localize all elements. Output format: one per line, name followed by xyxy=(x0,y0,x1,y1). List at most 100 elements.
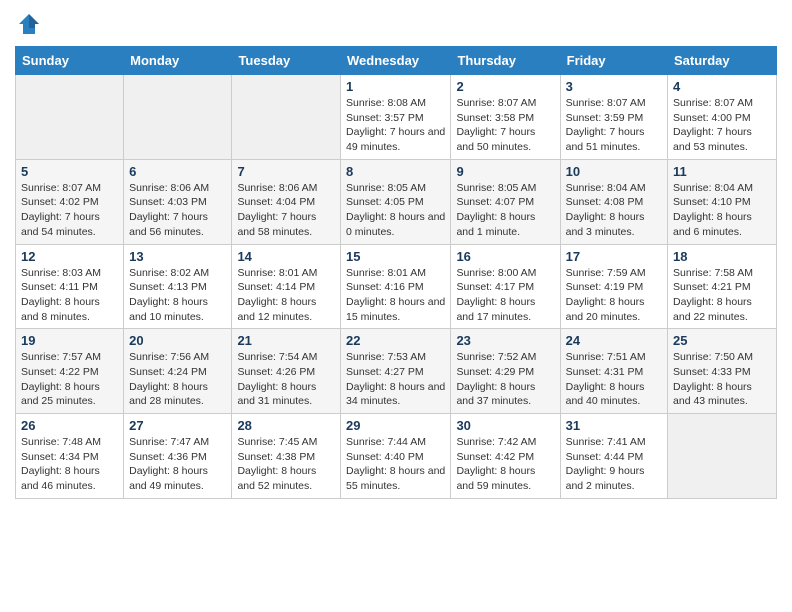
day-info: Sunrise: 7:57 AM Sunset: 4:22 PM Dayligh… xyxy=(21,350,118,409)
calendar-cell: 15 Sunrise: 8:01 AM Sunset: 4:16 PM Dayli… xyxy=(341,244,451,329)
day-number: 13 xyxy=(129,249,226,264)
day-info: Sunrise: 7:50 AM Sunset: 4:33 PM Dayligh… xyxy=(673,350,771,409)
day-info: Sunrise: 8:08 AM Sunset: 3:57 PM Dayligh… xyxy=(346,96,445,155)
calendar-week-row: 12 Sunrise: 8:03 AM Sunset: 4:11 PM Dayli… xyxy=(16,244,777,329)
calendar-cell: 26 Sunrise: 7:48 AM Sunset: 4:34 PM Dayli… xyxy=(16,414,124,499)
calendar-cell: 6Sunrise: 8:06 AM Sunset: 4:03 PM Daylig… xyxy=(124,159,232,244)
day-number: 25 xyxy=(673,333,771,348)
calendar-cell: 13 Sunrise: 8:02 AM Sunset: 4:13 PM Dayli… xyxy=(124,244,232,329)
calendar-cell: 16 Sunrise: 8:00 AM Sunset: 4:17 PM Dayli… xyxy=(451,244,560,329)
day-number: 21 xyxy=(237,333,335,348)
day-number: 26 xyxy=(21,418,118,433)
weekday-header-sunday: Sunday xyxy=(16,47,124,75)
day-info: Sunrise: 8:03 AM Sunset: 4:11 PM Dayligh… xyxy=(21,266,118,325)
calendar-week-row: 1 Sunrise: 8:08 AM Sunset: 3:57 PM Daylig… xyxy=(16,75,777,160)
day-info: Sunrise: 7:44 AM Sunset: 4:40 PM Dayligh… xyxy=(346,435,445,494)
day-info: Sunrise: 7:53 AM Sunset: 4:27 PM Dayligh… xyxy=(346,350,445,409)
day-number: 6 xyxy=(129,164,226,179)
calendar-cell: 19 Sunrise: 7:57 AM Sunset: 4:22 PM Dayli… xyxy=(16,329,124,414)
day-number: 8 xyxy=(346,164,445,179)
calendar-cell: 28 Sunrise: 7:45 AM Sunset: 4:38 PM Dayli… xyxy=(232,414,341,499)
day-number: 10 xyxy=(566,164,662,179)
day-number: 23 xyxy=(456,333,554,348)
day-info: Sunrise: 8:07 AM Sunset: 4:02 PM Dayligh… xyxy=(21,181,118,240)
calendar-cell: 22 Sunrise: 7:53 AM Sunset: 4:27 PM Dayli… xyxy=(341,329,451,414)
calendar-cell: 31 Sunrise: 7:41 AM Sunset: 4:44 PM Dayli… xyxy=(560,414,667,499)
day-number: 7 xyxy=(237,164,335,179)
calendar-cell: 3 Sunrise: 8:07 AM Sunset: 3:59 PM Daylig… xyxy=(560,75,667,160)
calendar-cell: 8 Sunrise: 8:05 AM Sunset: 4:05 PM Daylig… xyxy=(341,159,451,244)
day-number: 31 xyxy=(566,418,662,433)
weekday-header-friday: Friday xyxy=(560,47,667,75)
page: SundayMondayTuesdayWednesdayThursdayFrid… xyxy=(0,0,792,514)
day-info: Sunrise: 7:52 AM Sunset: 4:29 PM Dayligh… xyxy=(456,350,554,409)
day-info: Sunrise: 8:07 AM Sunset: 3:59 PM Dayligh… xyxy=(566,96,662,155)
calendar-cell: 27Sunrise: 7:47 AM Sunset: 4:36 PM Dayli… xyxy=(124,414,232,499)
day-number: 16 xyxy=(456,249,554,264)
day-number: 29 xyxy=(346,418,445,433)
calendar-week-row: 5 Sunrise: 8:07 AM Sunset: 4:02 PM Daylig… xyxy=(16,159,777,244)
day-number: 28 xyxy=(237,418,335,433)
day-number: 11 xyxy=(673,164,771,179)
calendar-cell xyxy=(668,414,777,499)
logo xyxy=(15,10,46,38)
calendar-cell: 20 Sunrise: 7:56 AM Sunset: 4:24 PM Dayli… xyxy=(124,329,232,414)
day-number: 5 xyxy=(21,164,118,179)
day-number: 15 xyxy=(346,249,445,264)
day-info: Sunrise: 8:07 AM Sunset: 3:58 PM Dayligh… xyxy=(456,96,554,155)
day-number: 1 xyxy=(346,79,445,94)
logo-icon xyxy=(15,10,43,38)
day-number: 14 xyxy=(237,249,335,264)
calendar-cell: 11 Sunrise: 8:04 AM Sunset: 4:10 PM Dayli… xyxy=(668,159,777,244)
day-number: 24 xyxy=(566,333,662,348)
day-info: Sunrise: 7:41 AM Sunset: 4:44 PM Dayligh… xyxy=(566,435,662,494)
day-info: Sunrise: 7:51 AM Sunset: 4:31 PM Dayligh… xyxy=(566,350,662,409)
calendar-cell: 9Sunrise: 8:05 AM Sunset: 4:07 PM Daylig… xyxy=(451,159,560,244)
weekday-header-tuesday: Tuesday xyxy=(232,47,341,75)
day-number: 19 xyxy=(21,333,118,348)
day-info: Sunrise: 8:01 AM Sunset: 4:16 PM Dayligh… xyxy=(346,266,445,325)
day-number: 18 xyxy=(673,249,771,264)
day-info: Sunrise: 7:48 AM Sunset: 4:34 PM Dayligh… xyxy=(21,435,118,494)
day-info: Sunrise: 8:04 AM Sunset: 4:10 PM Dayligh… xyxy=(673,181,771,240)
calendar-cell: 29 Sunrise: 7:44 AM Sunset: 4:40 PM Dayli… xyxy=(341,414,451,499)
day-info: Sunrise: 8:06 AM Sunset: 4:04 PM Dayligh… xyxy=(237,181,335,240)
day-info: Sunrise: 7:42 AM Sunset: 4:42 PM Dayligh… xyxy=(456,435,554,494)
day-number: 4 xyxy=(673,79,771,94)
day-number: 20 xyxy=(129,333,226,348)
day-info: Sunrise: 8:07 AM Sunset: 4:00 PM Dayligh… xyxy=(673,96,771,155)
calendar-cell: 30Sunrise: 7:42 AM Sunset: 4:42 PM Dayli… xyxy=(451,414,560,499)
day-info: Sunrise: 8:05 AM Sunset: 4:05 PM Dayligh… xyxy=(346,181,445,240)
calendar-cell: 25 Sunrise: 7:50 AM Sunset: 4:33 PM Dayli… xyxy=(668,329,777,414)
day-number: 12 xyxy=(21,249,118,264)
header xyxy=(15,10,777,38)
day-number: 3 xyxy=(566,79,662,94)
calendar-week-row: 26 Sunrise: 7:48 AM Sunset: 4:34 PM Dayli… xyxy=(16,414,777,499)
day-info: Sunrise: 7:58 AM Sunset: 4:21 PM Dayligh… xyxy=(673,266,771,325)
calendar-table: SundayMondayTuesdayWednesdayThursdayFrid… xyxy=(15,46,777,499)
day-number: 27 xyxy=(129,418,226,433)
calendar-cell: 10Sunrise: 8:04 AM Sunset: 4:08 PM Dayli… xyxy=(560,159,667,244)
day-info: Sunrise: 8:01 AM Sunset: 4:14 PM Dayligh… xyxy=(237,266,335,325)
calendar-week-row: 19 Sunrise: 7:57 AM Sunset: 4:22 PM Dayli… xyxy=(16,329,777,414)
calendar-cell xyxy=(124,75,232,160)
day-info: Sunrise: 8:00 AM Sunset: 4:17 PM Dayligh… xyxy=(456,266,554,325)
calendar-cell: 4 Sunrise: 8:07 AM Sunset: 4:00 PM Daylig… xyxy=(668,75,777,160)
calendar-cell: 24 Sunrise: 7:51 AM Sunset: 4:31 PM Dayli… xyxy=(560,329,667,414)
day-info: Sunrise: 8:02 AM Sunset: 4:13 PM Dayligh… xyxy=(129,266,226,325)
calendar-cell: 5 Sunrise: 8:07 AM Sunset: 4:02 PM Daylig… xyxy=(16,159,124,244)
day-number: 9 xyxy=(456,164,554,179)
day-info: Sunrise: 7:56 AM Sunset: 4:24 PM Dayligh… xyxy=(129,350,226,409)
day-number: 22 xyxy=(346,333,445,348)
calendar-cell: 12 Sunrise: 8:03 AM Sunset: 4:11 PM Dayli… xyxy=(16,244,124,329)
weekday-header-monday: Monday xyxy=(124,47,232,75)
calendar-cell xyxy=(16,75,124,160)
weekday-header-thursday: Thursday xyxy=(451,47,560,75)
calendar-cell: 2 Sunrise: 8:07 AM Sunset: 3:58 PM Daylig… xyxy=(451,75,560,160)
calendar-cell xyxy=(232,75,341,160)
calendar-cell: 17Sunrise: 7:59 AM Sunset: 4:19 PM Dayli… xyxy=(560,244,667,329)
calendar-cell: 1 Sunrise: 8:08 AM Sunset: 3:57 PM Daylig… xyxy=(341,75,451,160)
calendar-cell: 23 Sunrise: 7:52 AM Sunset: 4:29 PM Dayli… xyxy=(451,329,560,414)
day-number: 2 xyxy=(456,79,554,94)
day-info: Sunrise: 7:45 AM Sunset: 4:38 PM Dayligh… xyxy=(237,435,335,494)
